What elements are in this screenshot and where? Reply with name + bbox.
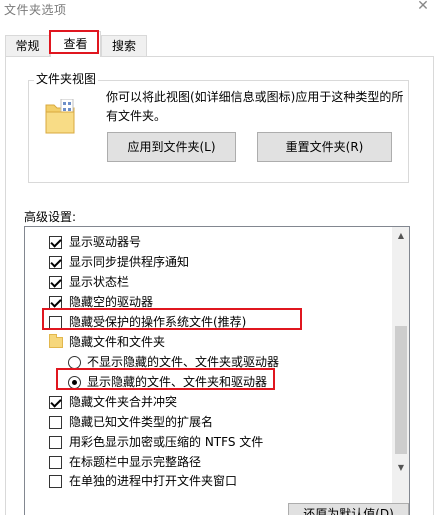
folder-view-icon [45,99,75,134]
checkbox[interactable] [49,256,62,269]
checkbox[interactable] [49,236,62,249]
folder-icon [49,334,63,348]
tab-view[interactable]: 查看 [50,31,101,57]
scroll-up-icon[interactable]: ▲ [392,227,409,244]
reset-folders-button[interactable]: 重置文件夹(R) [257,132,392,162]
tree-item-label: 不显示隐藏的文件、文件夹或驱动器 [87,355,280,369]
tree-item-show-status-bar[interactable]: 显示状态栏 [25,272,391,292]
tree-item-label: 隐藏已知文件类型的扩展名 [69,415,214,429]
tree-item-show-drive-letters[interactable]: 显示驱动器号 [25,232,391,252]
tree-item-label: 在标题栏中显示完整路径 [69,455,202,469]
tree-item-hide-merge-conflicts[interactable]: 隐藏文件夹合并冲突 [25,392,391,412]
scrollbar[interactable]: ▲ ▼ [392,227,409,515]
radio-button[interactable] [68,356,81,369]
checkbox[interactable] [49,416,62,429]
tree-item-dont-show-hidden[interactable]: 不显示隐藏的文件、文件夹或驱动器 [25,352,391,372]
restore-defaults-button[interactable]: 还原为默认值(D) [288,503,409,515]
checkbox[interactable] [49,456,62,469]
tree-item-hidden-files-folders: 隐藏文件和文件夹 [25,332,391,352]
tree-item-label: 隐藏受保护的操作系统文件(推荐) [69,315,247,329]
tree-item-label: 显示同步提供程序通知 [69,255,190,269]
scroll-thumb[interactable] [395,326,407,454]
window-title: 文件夹选项 [4,3,67,17]
tree-item-label: 显示状态栏 [69,275,130,289]
folder-views-description: 你可以将此视图(如详细信息或图标)应用于这种类型的所有文件夹。 [106,90,404,123]
tree-item-label: 用彩色显示加密或压缩的 NTFS 文件 [69,435,264,449]
tree-item-hide-empty-drives[interactable]: 隐藏空的驱动器 [25,292,391,312]
checkbox[interactable] [49,276,62,289]
advanced-settings-tree: 显示驱动器号 显示同步提供程序通知 显示状态栏 隐藏空的驱动器 隐藏受保护的操作… [24,226,410,515]
tree-item-label: 隐藏文件和文件夹 [69,335,166,349]
checkbox[interactable] [49,296,62,309]
tab-search[interactable]: 搜索 [101,35,147,57]
advanced-settings-label: 高级设置: [24,210,77,224]
checkbox[interactable] [49,316,62,329]
tree-item-separate-process[interactable]: 在单独的进程中打开文件夹窗口 [25,471,391,491]
tree-item-full-path-title[interactable]: 在标题栏中显示完整路径 [25,452,391,472]
tree-item-show-hidden[interactable]: 显示隐藏的文件、文件夹和驱动器 [25,372,391,392]
close-icon[interactable]: ✕ [410,0,436,14]
tree-item-hide-extensions[interactable]: 隐藏已知文件类型的扩展名 [25,412,391,432]
tree-item-label: 隐藏空的驱动器 [69,295,154,309]
checkbox[interactable] [49,396,62,409]
tree-item-color-ntfs[interactable]: 用彩色显示加密或压缩的 NTFS 文件 [25,432,391,452]
radio-button[interactable] [68,376,81,389]
folder-views-legend: 文件夹视图 [34,70,99,87]
tree-item-label: 在单独的进程中打开文件夹窗口 [69,474,238,488]
checkbox[interactable] [49,436,62,449]
tree-item-label: 隐藏文件夹合并冲突 [69,395,178,409]
tree-item-show-sync-notifications[interactable]: 显示同步提供程序通知 [25,252,391,272]
tree-item-label: 显示隐藏的文件、文件夹和驱动器 [87,375,268,389]
checkbox[interactable] [49,475,62,488]
scroll-down-icon[interactable]: ▼ [392,459,409,476]
apply-to-folders-button[interactable]: 应用到文件夹(L) [107,132,236,162]
tree-item-label: 显示驱动器号 [69,235,142,249]
tab-general[interactable]: 常规 [5,35,50,57]
tree-item-hide-protected-os-files[interactable]: 隐藏受保护的操作系统文件(推荐) [25,312,391,332]
